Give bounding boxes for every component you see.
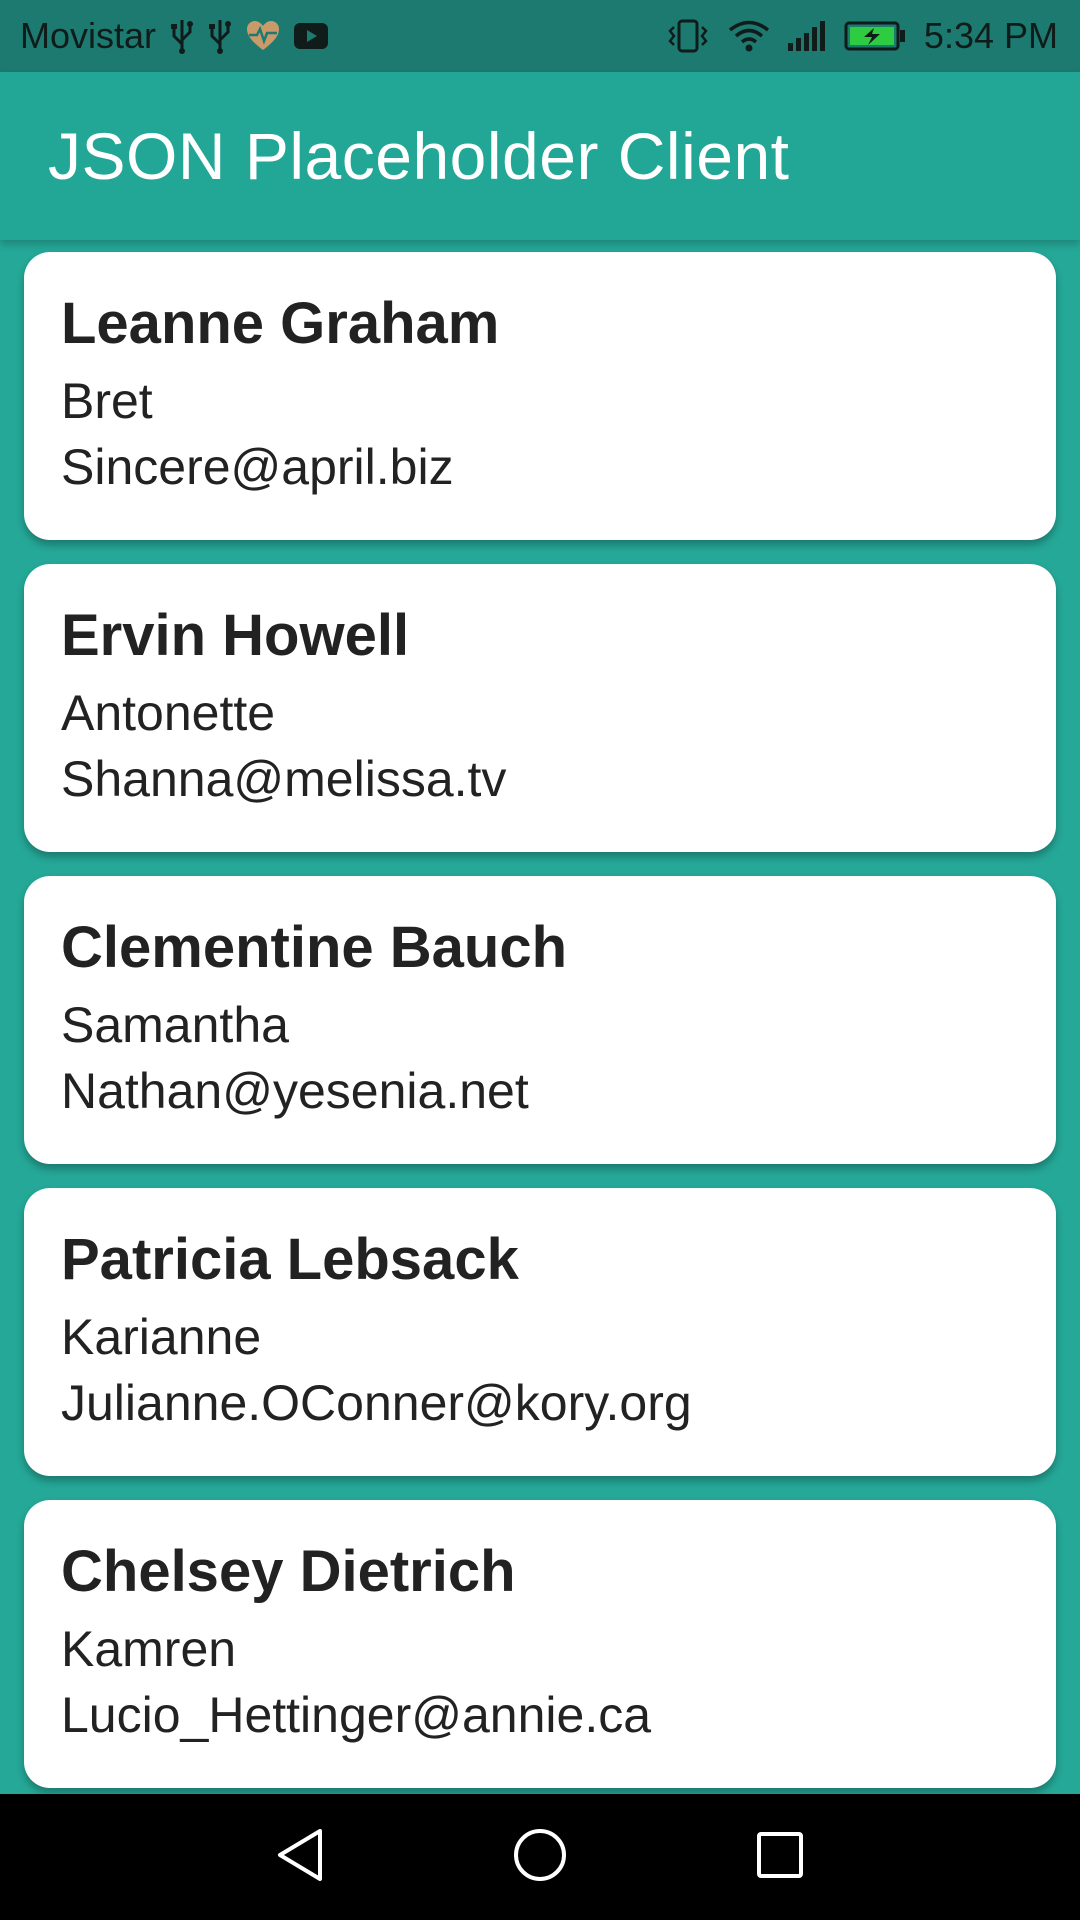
vibrate-icon — [666, 19, 710, 53]
navigation-bar — [0, 1794, 1080, 1920]
user-name: Leanne Graham — [61, 291, 500, 356]
user-username: Karianne — [61, 1309, 262, 1365]
signal-icon — [787, 21, 826, 51]
user-card[interactable]: Chelsey Dietrich Kamren Lucio_Hettinger@… — [24, 1500, 1056, 1788]
user-username: Kamren — [61, 1621, 237, 1677]
heart-rate-icon — [246, 21, 280, 51]
user-card[interactable]: Ervin Howell Antonette Shanna@melissa.tv — [24, 564, 1056, 852]
user-name: Ervin Howell — [61, 603, 410, 668]
user-name: Patricia Lebsack — [61, 1227, 519, 1292]
user-email: Julianne.OConner@kory.org — [61, 1375, 692, 1431]
user-name: Chelsey Dietrich — [61, 1539, 516, 1604]
home-button[interactable] — [500, 1817, 580, 1897]
status-right: 5:34 PM — [666, 15, 1058, 57]
user-name: Clementine Bauch — [61, 915, 567, 980]
recents-button[interactable] — [740, 1817, 820, 1897]
status-left: Movistar — [20, 15, 329, 57]
user-email: Lucio_Hettinger@annie.ca — [61, 1687, 652, 1743]
user-username: Bret — [61, 373, 153, 429]
usb-icon — [170, 18, 194, 54]
user-card[interactable]: Clementine Bauch Samantha Nathan@yesenia… — [24, 876, 1056, 1164]
battery-charging-icon — [844, 21, 906, 51]
back-button[interactable] — [260, 1817, 340, 1897]
youtube-icon — [294, 23, 329, 49]
user-card[interactable]: Patricia Lebsack Karianne Julianne.OConn… — [24, 1188, 1056, 1476]
app-title: JSON Placeholder Client — [48, 119, 790, 193]
usb-icon — [208, 18, 232, 54]
recents-icon — [756, 1831, 804, 1884]
app-bar: JSON Placeholder Client — [0, 72, 1080, 240]
clock: 5:34 PM — [923, 15, 1058, 56]
user-email: Nathan@yesenia.net — [61, 1063, 529, 1119]
carrier-name: Movistar — [20, 15, 157, 56]
user-email: Sincere@april.biz — [61, 439, 454, 495]
user-email: Shanna@melissa.tv — [61, 751, 507, 807]
user-card[interactable]: Leanne Graham Bret Sincere@april.biz — [24, 252, 1056, 540]
user-username: Antonette — [61, 685, 276, 741]
wifi-icon — [728, 19, 770, 53]
home-icon — [513, 1828, 567, 1887]
status-bar: Movistar 5:34 PM — [0, 0, 1080, 72]
back-icon — [274, 1827, 326, 1888]
user-username: Samantha — [61, 997, 289, 1053]
user-list[interactable]: Leanne Graham Bret Sincere@april.biz Erv… — [0, 240, 1080, 1794]
